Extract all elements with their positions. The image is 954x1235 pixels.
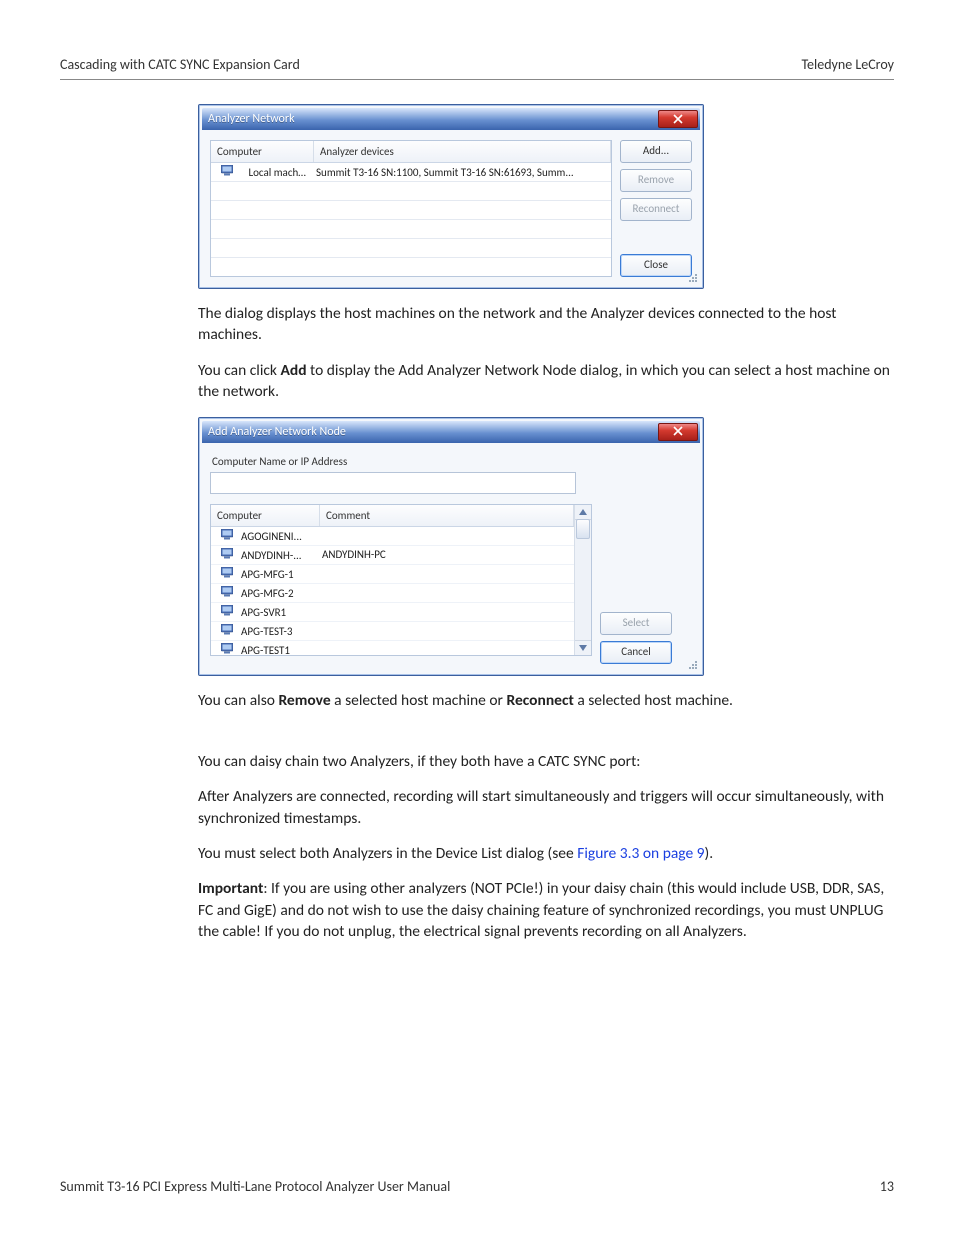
- footer-left: Summit T3-16 PCI Express Multi-Lane Prot…: [60, 1178, 450, 1195]
- table-row[interactable]: [211, 201, 611, 220]
- close-button[interactable]: [658, 110, 698, 128]
- col-computer[interactable]: Computer: [211, 505, 320, 526]
- scroll-up-icon[interactable]: [575, 505, 591, 520]
- col-devices[interactable]: Analyzer devices: [314, 141, 611, 162]
- header-rule: [60, 79, 894, 80]
- close-button[interactable]: [658, 423, 698, 441]
- analyzer-network-dialog: Analyzer Network Computer Analyzer devic…: [198, 104, 704, 289]
- add-node-dialog: Add Analyzer Network Node Computer Name …: [198, 417, 704, 676]
- computer-icon: [216, 529, 238, 543]
- table-row[interactable]: [211, 182, 611, 201]
- computer-icon: [216, 605, 238, 619]
- computer-name-input[interactable]: [210, 472, 576, 494]
- close-icon: [673, 422, 683, 441]
- resize-grip-icon[interactable]: [686, 658, 698, 670]
- cell-computer: Local machi...: [244, 166, 312, 179]
- close-dialog-button[interactable]: Close: [620, 254, 692, 277]
- list-item[interactable]: APG-MFG-1: [211, 565, 574, 584]
- computer-icon: [216, 643, 238, 655]
- resize-grip-icon[interactable]: [686, 271, 698, 283]
- col-computer[interactable]: Computer: [211, 141, 314, 162]
- computer-icon: [216, 624, 238, 638]
- field-label: Computer Name or IP Address: [212, 455, 692, 468]
- body-text: After Analyzers are connected, recording…: [198, 786, 894, 829]
- reconnect-button[interactable]: Reconnect: [620, 198, 692, 221]
- body-text: You must select both Analyzers in the De…: [198, 843, 894, 864]
- computer-list[interactable]: Computer Comment AGOGINENI...ANDYDINH-..…: [210, 504, 592, 656]
- analyzer-table[interactable]: Computer Analyzer devices Local m: [210, 140, 612, 277]
- dialog-titlebar[interactable]: Add Analyzer Network Node: [202, 421, 700, 443]
- dialog-title: Analyzer Network: [208, 112, 295, 126]
- table-row[interactable]: [211, 239, 611, 258]
- scroll-thumb[interactable]: [576, 519, 590, 539]
- table-row[interactable]: [211, 258, 611, 276]
- dialog-title: Add Analyzer Network Node: [208, 425, 346, 439]
- figure-link[interactable]: Figure 3.3 on page 9: [577, 844, 704, 863]
- table-row[interactable]: Local machi... Summit T3-16 SN:1100, Sum…: [211, 163, 611, 182]
- body-text: Important: If you are using other analyz…: [198, 878, 894, 942]
- scrollbar[interactable]: [574, 505, 591, 655]
- list-item[interactable]: APG-MFG-2: [211, 584, 574, 603]
- add-button[interactable]: Add...: [620, 140, 692, 163]
- computer-icon: [216, 567, 238, 581]
- computer-icon: [216, 586, 238, 600]
- body-text: You can also Remove a selected host mach…: [198, 690, 894, 711]
- list-item[interactable]: APG-TEST1: [211, 641, 574, 655]
- header-left: Cascading with CATC SYNC Expansion Card: [60, 56, 300, 73]
- close-icon: [673, 110, 683, 129]
- dialog-titlebar[interactable]: Analyzer Network: [202, 108, 700, 130]
- table-row[interactable]: [211, 220, 611, 239]
- body-text: The dialog displays the host machines on…: [198, 303, 894, 346]
- select-button[interactable]: Select: [600, 612, 672, 635]
- body-text: You can daisy chain two Analyzers, if th…: [198, 751, 894, 772]
- header-right: Teledyne LeCroy: [801, 56, 894, 73]
- list-item[interactable]: ANDYDINH-...ANDYDINH-PC: [211, 546, 574, 565]
- scroll-down-icon[interactable]: [575, 640, 591, 655]
- col-comment[interactable]: Comment: [320, 505, 574, 526]
- body-text: You can click Add to display the Add Ana…: [198, 360, 894, 403]
- cancel-button[interactable]: Cancel: [600, 641, 672, 664]
- list-item[interactable]: APG-TEST-3: [211, 622, 574, 641]
- remove-button[interactable]: Remove: [620, 169, 692, 192]
- computer-icon: [216, 165, 238, 179]
- list-item[interactable]: AGOGINENI...: [211, 527, 574, 546]
- cell-devices: Summit T3-16 SN:1100, Summit T3-16 SN:61…: [311, 166, 611, 179]
- page-number: 13: [880, 1178, 894, 1195]
- list-item[interactable]: APG-SVR1: [211, 603, 574, 622]
- computer-icon: [216, 548, 238, 562]
